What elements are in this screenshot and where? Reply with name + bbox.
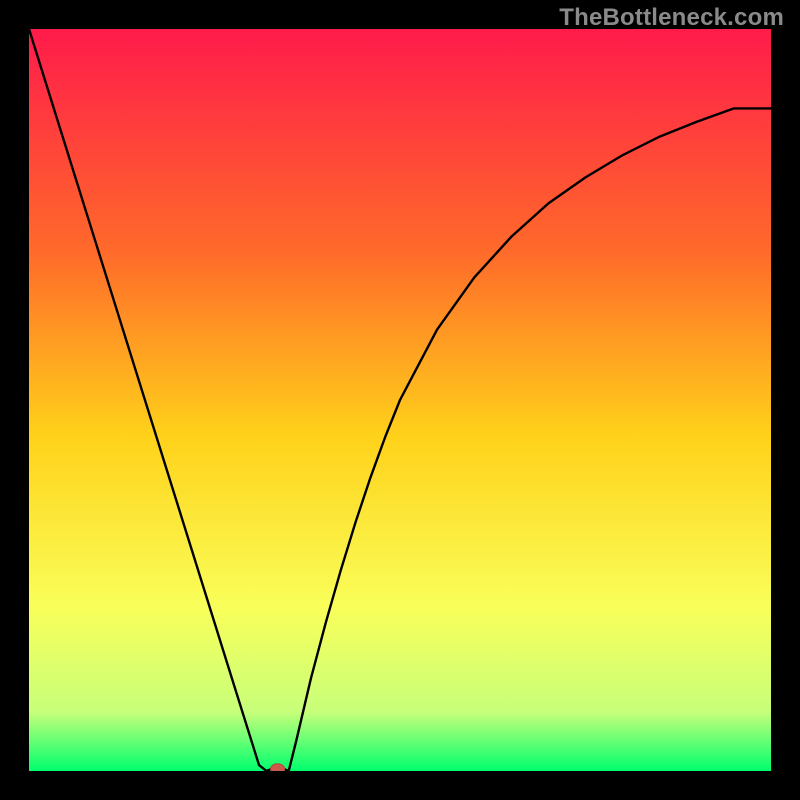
- chart-svg: [29, 29, 771, 771]
- chart-frame: { "watermark": "TheBottleneck.com", "col…: [0, 0, 800, 800]
- bottleneck-chart: [29, 29, 771, 771]
- watermark-text: TheBottleneck.com: [559, 4, 784, 32]
- optimum-marker: [271, 764, 285, 771]
